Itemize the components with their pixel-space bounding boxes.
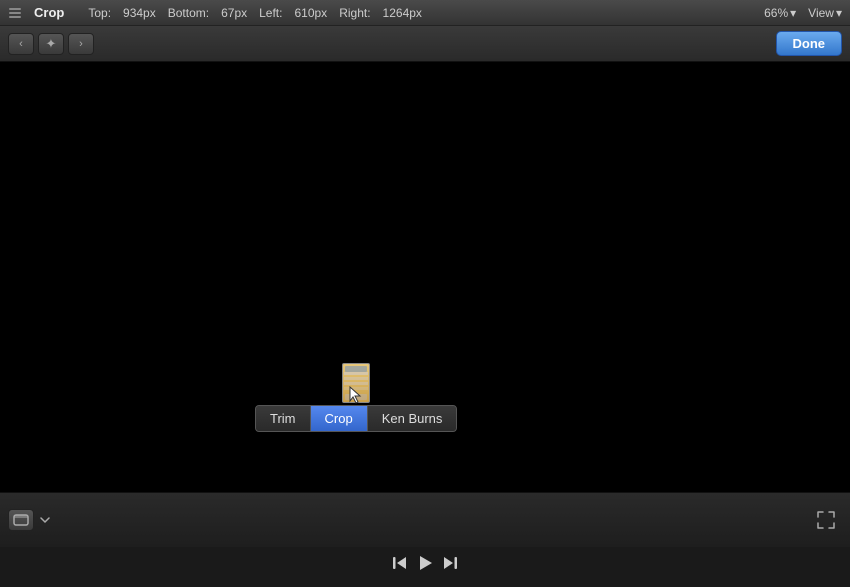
skip-forward-button[interactable] xyxy=(441,554,459,572)
clip-dropdown-button[interactable] xyxy=(36,511,54,529)
left-coord-label: Left: xyxy=(259,6,282,20)
left-coord-value: 610px xyxy=(294,6,327,20)
popup-menu: Trim Crop Ken Burns xyxy=(255,405,457,432)
done-button[interactable]: Done xyxy=(776,31,843,56)
canvas-area: Trim Crop Ken Burns xyxy=(0,62,850,492)
toolbar: ‹ ✦ › Done xyxy=(0,26,850,62)
prev-button[interactable]: ‹ xyxy=(8,33,34,55)
title-bar: Crop Top: 934px Bottom: 67px Left: 610px… xyxy=(0,0,850,26)
right-coord-label: Right: xyxy=(339,6,370,20)
fullscreen-button[interactable] xyxy=(814,509,838,531)
clip-button[interactable] xyxy=(8,509,34,531)
skip-back-button[interactable] xyxy=(391,554,409,572)
top-coord-label: Top: xyxy=(88,6,111,20)
clip-thumbnail[interactable] xyxy=(342,363,370,403)
playback-controls xyxy=(391,553,459,573)
zoom-dropdown[interactable]: 66% ▾ xyxy=(764,6,796,20)
next-button[interactable]: › xyxy=(68,33,94,55)
drag-icon xyxy=(8,6,22,20)
center-button[interactable]: ✦ xyxy=(38,33,64,55)
right-coord-value: 1264px xyxy=(383,6,422,20)
bottom-coord-label: Bottom: xyxy=(168,6,209,20)
bottom-coord-value: 67px xyxy=(221,6,247,20)
context-popup: Trim Crop Ken Burns xyxy=(255,363,457,432)
crop-menu-item[interactable]: Crop xyxy=(311,406,368,431)
page-title: Crop xyxy=(34,5,64,20)
view-dropdown[interactable]: View ▾ xyxy=(808,6,842,20)
top-coord-value: 934px xyxy=(123,6,156,20)
play-button[interactable] xyxy=(415,553,435,573)
ken-burns-menu-item[interactable]: Ken Burns xyxy=(368,406,457,431)
trim-menu-item[interactable]: Trim xyxy=(256,406,311,431)
bottom-bar xyxy=(0,492,850,547)
